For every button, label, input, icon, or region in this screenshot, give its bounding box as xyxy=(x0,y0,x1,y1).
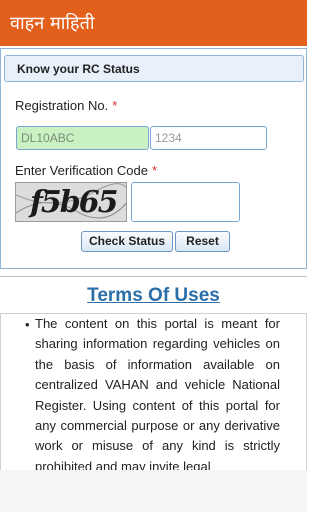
verification-code-input[interactable] xyxy=(131,182,240,222)
terms-text: The content on this portal is meant for … xyxy=(35,316,280,474)
rc-status-card: Know your RC Status Registration No. * DL… xyxy=(0,48,307,269)
rc-status-header-label: Know your RC Status xyxy=(17,62,140,76)
app-title: वाहन माहिती xyxy=(10,13,95,34)
captcha-image: f5b65 xyxy=(15,182,127,222)
registration-label: Registration No. * xyxy=(15,98,117,113)
verification-label-text: Enter Verification Code xyxy=(15,163,148,178)
app-bar: वाहन माहिती xyxy=(0,0,307,46)
terms-box: • The content on this portal is meant fo… xyxy=(0,313,307,474)
verification-label: Enter Verification Code * xyxy=(15,163,157,178)
check-status-button[interactable]: Check Status xyxy=(81,231,173,252)
reset-button[interactable]: Reset xyxy=(175,231,230,252)
terms-title[interactable]: Terms Of Uses xyxy=(0,285,307,307)
required-mark: * xyxy=(112,98,118,113)
registration-number-input[interactable]: 1234 xyxy=(150,126,267,150)
captcha-text: f5b65 xyxy=(30,185,119,220)
required-mark: * xyxy=(151,163,158,178)
registration-label-text: Registration No. xyxy=(15,98,109,113)
terms-bullet: • xyxy=(25,317,30,332)
bottom-area xyxy=(0,470,307,512)
registration-state-input[interactable]: DL10ABC xyxy=(16,126,149,150)
rc-status-header: Know your RC Status xyxy=(4,55,304,82)
